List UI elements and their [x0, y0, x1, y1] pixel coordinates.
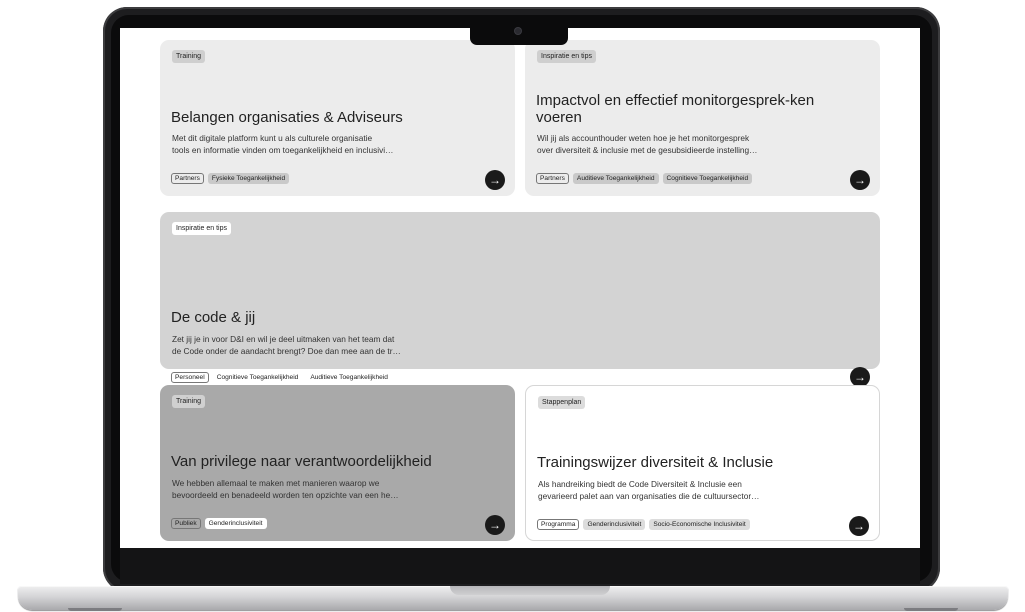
arrow-right-icon: →	[854, 173, 866, 187]
arrow-right-icon: →	[854, 370, 866, 384]
card-description: Met dit digitale platform kunt u als cul…	[172, 132, 457, 156]
topic-tag: Fysieke Toegankelijkheid	[207, 173, 290, 184]
topic-tag: Auditieve Toegankelijkheid	[306, 372, 392, 383]
audience-tag: Personeel	[171, 372, 209, 383]
topic-tag: Genderinclusiviteit	[204, 518, 267, 529]
category-tag: Inspiratie en tips	[537, 50, 596, 63]
card-title[interactable]: Belangen organisaties & Adviseurs	[171, 109, 471, 126]
laptop-base-notch	[450, 586, 610, 595]
audience-tag: Programma	[537, 519, 580, 530]
card-title[interactable]: De code & jij	[171, 309, 471, 326]
open-card-button[interactable]: →	[485, 170, 505, 190]
resource-card[interactable]: Inspiratie en tips Impactvol en effectie…	[525, 40, 880, 196]
resource-card[interactable]: Training Belangen organisaties & Adviseu…	[160, 40, 515, 196]
topic-tag: Cognitieve Toegankelijkheid	[662, 173, 753, 184]
camera-icon	[515, 28, 521, 34]
description-line: tools en informatie vinden om toegankeli…	[172, 145, 394, 155]
card-title[interactable]: Impactvol en effectief monitorgesprek-ke…	[536, 92, 816, 126]
card-title[interactable]: Trainingswijzer diversiteit & Inclusie	[537, 454, 837, 471]
description-line: Als handreiking biedt de Code Diversitei…	[538, 479, 742, 489]
category-tag: Inspiratie en tips	[172, 222, 231, 235]
category-tag: Stappenplan	[538, 396, 586, 409]
open-card-button[interactable]: →	[850, 367, 870, 387]
tag-list: Partners Fysieke Toegankelijkheid	[171, 173, 290, 186]
laptop-foot-right	[904, 608, 958, 611]
description-line: Wil jij als accounthouder weten hoe je h…	[537, 133, 750, 143]
topic-tag: Auditieve Toegankelijkheid	[572, 173, 659, 184]
resource-card[interactable]: Training Van privilege naar verantwoorde…	[160, 385, 515, 541]
arrow-right-icon: →	[853, 519, 865, 533]
topic-tag: Cognitieve Toegankelijkheid	[212, 372, 303, 383]
card-description: Wil jij als accounthouder weten hoe je h…	[537, 132, 822, 156]
open-card-button[interactable]: →	[485, 515, 505, 535]
audience-tag: Partners	[171, 173, 204, 184]
topic-tag: Socio-Economische Inclusiviteit	[649, 519, 750, 530]
description-line: Met dit digitale platform kunt u als cul…	[172, 133, 373, 143]
category-tag: Training	[172, 50, 206, 63]
arrow-right-icon: →	[489, 173, 501, 187]
screen: Training Belangen organisaties & Adviseu…	[120, 28, 920, 548]
description-line: de Code onder de aandacht brengt? Doe da…	[172, 346, 401, 356]
arrow-right-icon: →	[489, 518, 501, 532]
laptop-foot-left	[68, 608, 122, 611]
card-description: We hebben allemaal te maken met manieren…	[172, 477, 457, 501]
category-tag: Training	[172, 395, 206, 408]
laptop-notch	[470, 24, 568, 45]
tag-list: Programma Genderinclusiviteit Socio-Econ…	[537, 519, 750, 532]
description-line: gevarieerd palet aan van organisaties di…	[538, 491, 760, 501]
audience-tag: Partners	[536, 173, 569, 184]
tag-list: Personeel Cognitieve Toegankelijkheid Au…	[171, 372, 392, 385]
card-description: Zet jij je in voor D&I en wil je deel ui…	[172, 333, 457, 357]
resource-card[interactable]: Inspiratie en tips De code & jij Zet jij…	[160, 212, 880, 387]
tag-list: Publiek Genderinclusiviteit	[171, 518, 267, 531]
laptop-base	[18, 586, 1008, 611]
audience-tag: Publiek	[171, 518, 201, 529]
description-line: We hebben allemaal te maken met manieren…	[172, 478, 380, 488]
open-card-button[interactable]: →	[849, 516, 869, 536]
description-line: Zet jij je in voor D&I en wil je deel ui…	[172, 334, 395, 344]
description-line: over diversiteit & inclusie met de gesub…	[537, 145, 758, 155]
resource-card[interactable]: Stappenplan Trainingswijzer diversiteit …	[525, 385, 880, 541]
card-description: Als handreiking biedt de Code Diversitei…	[538, 478, 823, 502]
description-line: bevoordeeld en benadeeld worden ten opzi…	[172, 490, 399, 500]
topic-tag: Genderinclusiviteit	[583, 519, 646, 530]
card-title[interactable]: Van privilege naar verantwoordelijkheid	[171, 453, 471, 470]
laptop-chin	[120, 548, 920, 584]
tag-list: Partners Auditieve Toegankelijkheid Cogn…	[536, 173, 753, 186]
open-card-button[interactable]: →	[850, 170, 870, 190]
